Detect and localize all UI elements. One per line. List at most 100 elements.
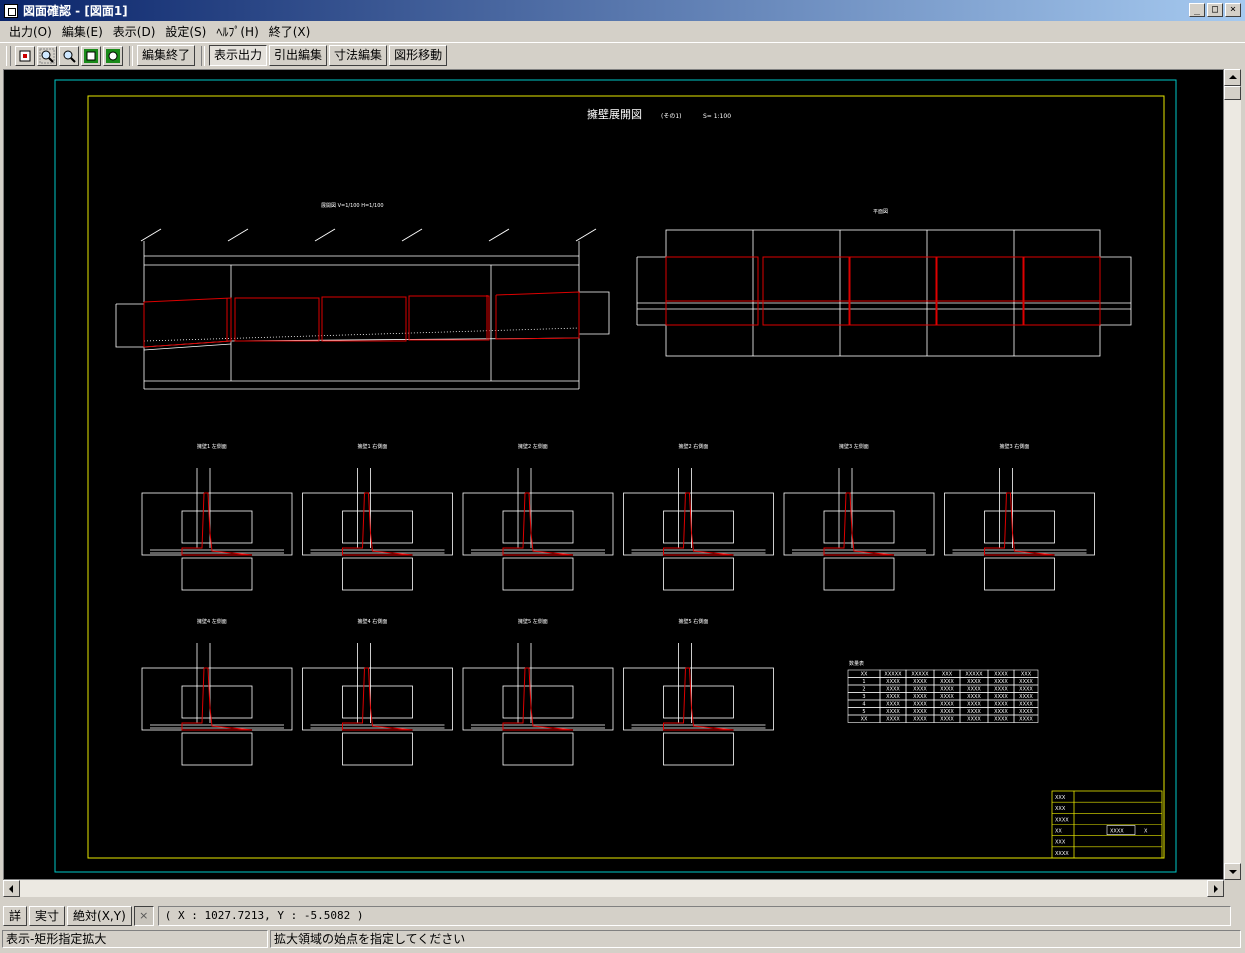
elevation-label: 展開図 V=1/100 H=1/100 bbox=[321, 203, 384, 209]
menu-settings[interactable]: 設定(S) bbox=[160, 23, 211, 40]
scroll-left-arrow-icon[interactable] bbox=[3, 880, 20, 897]
table-cell: XXXX bbox=[913, 717, 927, 723]
section-label: 擁壁1 右側面 bbox=[358, 443, 388, 450]
table-cell: XXXX bbox=[994, 687, 1008, 693]
vertical-scroll-thumb[interactable] bbox=[1224, 86, 1241, 100]
table-cell: 4 bbox=[862, 702, 865, 708]
table-cell: XXXX bbox=[886, 717, 900, 723]
shape-move-button[interactable]: 図形移動 bbox=[389, 45, 448, 66]
elevation-view bbox=[115, 228, 610, 390]
table-cell: 3 bbox=[862, 694, 865, 700]
toolbar-grip[interactable] bbox=[6, 45, 11, 66]
scroll-down-arrow-icon[interactable] bbox=[1224, 863, 1241, 880]
table-cell: XXXXX bbox=[965, 672, 983, 678]
table-cell: XX bbox=[861, 672, 868, 678]
menu-help[interactable]: ﾍﾙﾌﾟ(H) bbox=[211, 23, 263, 40]
table-cell: XXXX bbox=[913, 709, 927, 715]
table-cell: XXXX bbox=[1019, 694, 1033, 700]
drawing-svg[interactable]: 擁壁展開図 (その1) S= 1:100 展開図 V=1/100 H=1/100… bbox=[4, 70, 1223, 879]
plan-walls bbox=[665, 256, 1101, 326]
table-cell: XXXX bbox=[913, 679, 927, 685]
section-label: 擁壁5 左側面 bbox=[518, 618, 548, 625]
titleblock-label: XXX bbox=[1055, 806, 1066, 812]
table-cell: XXXX bbox=[994, 679, 1008, 685]
table-cell: XXXX bbox=[994, 694, 1008, 700]
table-cell: 1 bbox=[862, 679, 865, 685]
section-view: 擁壁3 右側面 bbox=[944, 443, 1095, 591]
table-cell: XXXX bbox=[940, 694, 954, 700]
zoom-rect-icon[interactable] bbox=[37, 45, 57, 66]
table-cell: XXXX bbox=[940, 709, 954, 715]
section-view: 擁壁4 右側面 bbox=[302, 618, 453, 766]
close-button[interactable]: × bbox=[1225, 3, 1241, 17]
scroll-up-arrow-icon[interactable] bbox=[1224, 69, 1241, 86]
table-cell: XXX bbox=[1021, 672, 1032, 678]
section-view: 擁壁2 右側面 bbox=[623, 443, 774, 591]
table-cell: XXXX bbox=[886, 702, 900, 708]
coordinate-readout: ( X : 1027.7213, Y : -5.5082 ) bbox=[157, 906, 1231, 926]
table-cell: XXXX bbox=[994, 702, 1008, 708]
table-cell: XXXX bbox=[940, 679, 954, 685]
vertical-scrollbar[interactable] bbox=[1224, 69, 1241, 880]
titleblock-label: XXX bbox=[1055, 840, 1066, 846]
section-view: 擁壁2 左側面 bbox=[462, 443, 614, 591]
zoom-icon[interactable] bbox=[59, 45, 79, 66]
app-icon[interactable] bbox=[4, 3, 18, 18]
minimize-button[interactable]: _ bbox=[1189, 3, 1205, 17]
section-view: 擁壁4 左側面 bbox=[141, 618, 293, 766]
maximize-button[interactable]: □ bbox=[1207, 3, 1223, 17]
plan-view bbox=[636, 229, 1132, 357]
dimension-edit-button[interactable]: 寸法編集 bbox=[329, 45, 388, 66]
titleblock-label: XXXX bbox=[1055, 851, 1069, 857]
titleblock-label: XXX bbox=[1055, 795, 1066, 801]
section-label: 擁壁4 左側面 bbox=[197, 618, 227, 625]
menu-view[interactable]: 表示(D) bbox=[108, 23, 161, 40]
toolbar: 編集終了 表示出力 引出編集 寸法編集 図形移動 bbox=[0, 42, 1245, 68]
select-icon[interactable] bbox=[15, 45, 35, 66]
table-cell: 5 bbox=[862, 709, 865, 715]
table-cell: XXXX bbox=[940, 702, 954, 708]
section-label: 擁壁3 右側面 bbox=[1000, 443, 1030, 450]
table-cell: XXXX bbox=[913, 702, 927, 708]
titleblock-label: XX bbox=[1055, 829, 1062, 835]
edit-end-button[interactable]: 編集終了 bbox=[137, 45, 196, 66]
table-cell: XXXX bbox=[967, 702, 981, 708]
table-cell: XXXX bbox=[913, 687, 927, 693]
zoom-all-icon[interactable] bbox=[103, 45, 123, 66]
clear-icon[interactable]: × bbox=[133, 906, 154, 926]
table-cell: XXXXX bbox=[911, 672, 929, 678]
menu-edit[interactable]: 編集(E) bbox=[57, 23, 108, 40]
zoom-fit-icon[interactable] bbox=[81, 45, 101, 66]
scroll-right-arrow-icon[interactable] bbox=[1207, 880, 1224, 897]
drawing-scale: S= 1:100 bbox=[703, 113, 731, 120]
section-label: 擁壁2 左側面 bbox=[518, 443, 548, 450]
plan-label: 平面図 bbox=[873, 209, 888, 215]
menu-output[interactable]: 出力(O) bbox=[4, 23, 57, 40]
table-cell: 2 bbox=[862, 687, 865, 693]
section-view: 擁壁1 左側面 bbox=[141, 443, 293, 591]
table-cell: XXXX bbox=[994, 717, 1008, 723]
table-cell: XXXX bbox=[1019, 709, 1033, 715]
table-cell: XXXX bbox=[967, 679, 981, 685]
table-cell: XXXX bbox=[886, 679, 900, 685]
menu-exit[interactable]: 終了(X) bbox=[264, 23, 316, 40]
table-cell: XXXX bbox=[1019, 702, 1033, 708]
titleblock-value: X bbox=[1144, 829, 1148, 835]
section-label: 擁壁2 右側面 bbox=[679, 443, 709, 450]
display-output-button[interactable]: 表示出力 bbox=[209, 45, 268, 66]
absolute-xy-button[interactable]: 絶対(X,Y) bbox=[67, 906, 132, 926]
elevation-walls bbox=[143, 291, 580, 348]
actual-size-button[interactable]: 実寸 bbox=[29, 906, 66, 926]
table-cell: XXXX bbox=[967, 717, 981, 723]
section-view: 擁壁5 左側面 bbox=[462, 618, 614, 766]
table-cell: XXXX bbox=[886, 694, 900, 700]
detail-button[interactable]: 詳 bbox=[3, 906, 28, 926]
leader-edit-button[interactable]: 引出編集 bbox=[269, 45, 328, 66]
section-view: 擁壁3 左側面 bbox=[783, 443, 935, 591]
table-cell: XXX bbox=[942, 672, 953, 678]
table-cell: XXXX bbox=[994, 709, 1008, 715]
drawing-canvas[interactable]: 擁壁展開図 (その1) S= 1:100 展開図 V=1/100 H=1/100… bbox=[3, 69, 1224, 880]
title-bar: 図面確認 - [図面1] _ □ × bbox=[0, 0, 1245, 21]
inner-frame bbox=[87, 95, 1165, 859]
horizontal-scrollbar[interactable] bbox=[3, 880, 1224, 897]
